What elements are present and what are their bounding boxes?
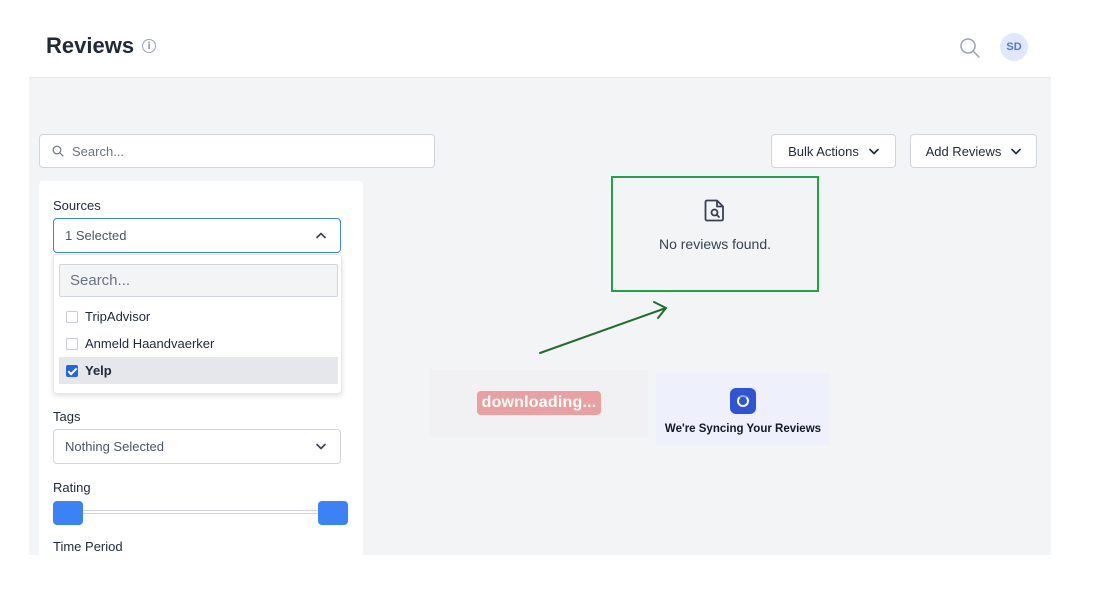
add-reviews-label: Add Reviews (925, 143, 1002, 159)
avatar[interactable]: SD (1000, 33, 1028, 61)
checkbox[interactable] (66, 310, 78, 323)
source-option-label: TripAdvisor (85, 309, 151, 324)
tags-selected-text: Nothing Selected (65, 439, 165, 454)
sources-dropdown: TripAdvisor Anmeld Haandvaerker Yelp (53, 254, 342, 394)
file-search-icon (704, 199, 724, 222)
search-icon (52, 145, 64, 157)
checkbox[interactable] (66, 337, 78, 350)
sync-status-text: We're Syncing Your Reviews (664, 423, 822, 435)
bulk-actions-button[interactable]: Bulk Actions (771, 134, 896, 168)
sources-label: Sources (53, 198, 101, 213)
chevron-down-icon (316, 443, 326, 450)
rating-slider-max-handle[interactable] (318, 501, 348, 525)
sources-search-field[interactable] (59, 264, 338, 297)
empty-state-card: No reviews found. (611, 176, 819, 292)
filter-panel: Sources 1 Selected TripAdvisor Anmeld Ha… (39, 181, 363, 555)
tags-label: Tags (53, 409, 81, 424)
downloading-overlay: downloading... (430, 369, 648, 437)
avatar-initials: SD (1006, 41, 1022, 53)
search-bar[interactable] (39, 134, 435, 168)
chevron-down-icon (1011, 148, 1022, 154)
rating-slider-track[interactable] (67, 510, 329, 514)
downloading-label: downloading... (476, 391, 602, 415)
rating-slider-min-handle[interactable] (53, 501, 83, 525)
bulk-actions-label: Bulk Actions (788, 143, 859, 159)
chevron-down-icon (869, 148, 879, 154)
checkbox-checked[interactable] (66, 364, 78, 377)
sources-select[interactable]: 1 Selected (53, 218, 341, 253)
source-option-label: Anmeld Haandvaerker (85, 336, 215, 351)
empty-state-message: No reviews found. (658, 236, 772, 252)
info-icon[interactable]: i (142, 39, 157, 53)
page-title: Reviews i (46, 33, 157, 59)
page-title-text: Reviews (46, 33, 135, 58)
sources-search-input[interactable] (60, 265, 337, 296)
source-option-yelp[interactable]: Yelp (59, 357, 338, 384)
annotation-arrow (539, 301, 667, 354)
sync-spinner-icon (730, 388, 756, 414)
search-input[interactable] (72, 143, 412, 159)
source-option-label: Yelp (85, 363, 112, 378)
source-option-tripadvisor[interactable]: TripAdvisor (59, 303, 338, 330)
time-period-label: Time Period (53, 539, 123, 554)
sources-selected-text: 1 Selected (65, 228, 127, 243)
page-header: Reviews i SD (0, 0, 1106, 78)
source-option-anmeld-haandvaerker[interactable]: Anmeld Haandvaerker (59, 330, 338, 357)
tags-select[interactable]: Nothing Selected (53, 429, 341, 464)
sync-status-card: We're Syncing Your Reviews (656, 373, 830, 445)
search-icon[interactable] (959, 37, 981, 59)
rating-label: Rating (53, 480, 91, 495)
chevron-up-icon (316, 232, 326, 239)
add-reviews-button[interactable]: Add Reviews (910, 134, 1037, 168)
